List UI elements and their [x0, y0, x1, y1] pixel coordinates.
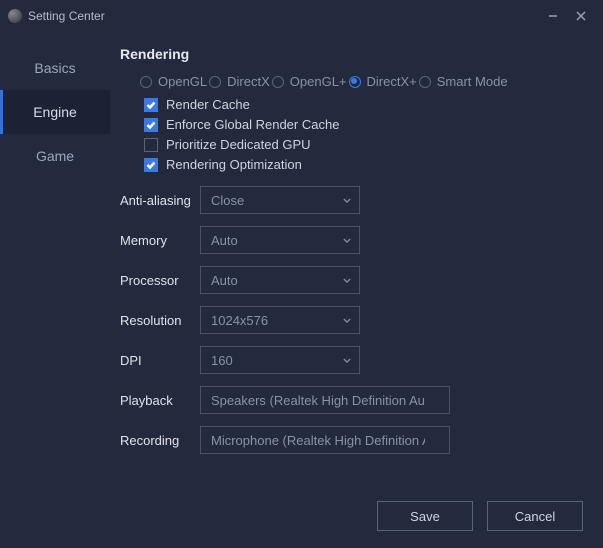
radio-opengl[interactable]: OpenGL: [140, 74, 207, 89]
sidebar-item-engine[interactable]: Engine: [0, 90, 110, 134]
label-dpi: DPI: [120, 353, 200, 368]
select-value: Auto: [211, 273, 238, 288]
rendering-mode-group: OpenGL DirectX OpenGL+ DirectX+ Smart Mo…: [140, 74, 589, 89]
section-title-rendering: Rendering: [120, 46, 589, 62]
radio-dot-icon: [272, 76, 284, 88]
label-processor: Processor: [120, 273, 200, 288]
select-value: Close: [211, 193, 244, 208]
checkbox-icon: [144, 98, 158, 112]
sidebar-item-label: Basics: [34, 60, 75, 76]
row-resolution: Resolution 1024x576: [120, 306, 589, 334]
row-playback: Playback Speakers (Realtek High Definiti…: [120, 386, 589, 414]
check-enforce-global-cache[interactable]: Enforce Global Render Cache: [144, 117, 589, 132]
chevron-down-icon: [343, 233, 351, 248]
radio-label: OpenGL: [158, 74, 207, 89]
label-recording: Recording: [120, 433, 200, 448]
radio-openglplus[interactable]: OpenGL+: [272, 74, 347, 89]
titlebar: Setting Center: [0, 0, 603, 32]
footer: Save Cancel: [0, 484, 603, 548]
radio-dot-icon: [209, 76, 221, 88]
window-title: Setting Center: [28, 9, 539, 23]
radio-dot-icon: [419, 76, 431, 88]
sidebar: Basics Engine Game: [0, 32, 110, 484]
label-memory: Memory: [120, 233, 200, 248]
check-prioritize-gpu[interactable]: Prioritize Dedicated GPU: [144, 137, 589, 152]
chevron-down-icon: [343, 273, 351, 288]
label-playback: Playback: [120, 393, 200, 408]
radio-dot-icon: [140, 76, 152, 88]
content-panel: Rendering OpenGL DirectX OpenGL+ DirectX…: [110, 32, 603, 484]
radio-label: DirectX: [227, 74, 270, 89]
radio-smartmode[interactable]: Smart Mode: [419, 74, 508, 89]
check-render-cache[interactable]: Render Cache: [144, 97, 589, 112]
cancel-button[interactable]: Cancel: [487, 501, 583, 531]
radio-dot-icon: [349, 76, 361, 88]
radio-directx[interactable]: DirectX: [209, 74, 270, 89]
radio-label: OpenGL+: [290, 74, 347, 89]
save-button[interactable]: Save: [377, 501, 473, 531]
app-icon: [8, 9, 22, 23]
minimize-button[interactable]: [539, 2, 567, 30]
chevron-down-icon: [343, 313, 351, 328]
select-value: 1024x576: [211, 313, 268, 328]
select-value: Auto: [211, 233, 238, 248]
radio-directxplus[interactable]: DirectX+: [349, 74, 417, 89]
radio-label: Smart Mode: [437, 74, 508, 89]
select-dpi[interactable]: 160: [200, 346, 360, 374]
select-recording[interactable]: Microphone (Realtek High Definition Audi…: [200, 426, 450, 454]
label-antialias: Anti-aliasing: [120, 193, 200, 208]
sidebar-item-label: Engine: [33, 104, 77, 120]
checkbox-icon: [144, 158, 158, 172]
chevron-down-icon: [343, 353, 351, 368]
select-memory[interactable]: Auto: [200, 226, 360, 254]
select-playback[interactable]: Speakers (Realtek High Definition Audio): [200, 386, 450, 414]
check-label: Rendering Optimization: [166, 157, 302, 172]
row-processor: Processor Auto: [120, 266, 589, 294]
rendering-checks: Render Cache Enforce Global Render Cache…: [144, 97, 589, 172]
checkbox-icon: [144, 138, 158, 152]
row-antialias: Anti-aliasing Close: [120, 186, 589, 214]
select-resolution[interactable]: 1024x576: [200, 306, 360, 334]
settings-window: Setting Center Basics Engine Game Render…: [0, 0, 603, 548]
select-processor[interactable]: Auto: [200, 266, 360, 294]
select-value: Speakers (Realtek High Definition Audio): [211, 393, 425, 408]
sidebar-item-label: Game: [36, 148, 74, 164]
label-resolution: Resolution: [120, 313, 200, 328]
check-label: Enforce Global Render Cache: [166, 117, 339, 132]
row-memory: Memory Auto: [120, 226, 589, 254]
check-rendering-optimization[interactable]: Rendering Optimization: [144, 157, 589, 172]
chevron-down-icon: [343, 193, 351, 208]
row-dpi: DPI 160: [120, 346, 589, 374]
select-value: Microphone (Realtek High Definition Audi…: [211, 433, 425, 448]
close-button[interactable]: [567, 2, 595, 30]
row-recording: Recording Microphone (Realtek High Defin…: [120, 426, 589, 454]
check-label: Prioritize Dedicated GPU: [166, 137, 311, 152]
checkbox-icon: [144, 118, 158, 132]
select-antialias[interactable]: Close: [200, 186, 360, 214]
radio-label: DirectX+: [367, 74, 417, 89]
check-label: Render Cache: [166, 97, 250, 112]
button-label: Cancel: [515, 509, 555, 524]
sidebar-item-basics[interactable]: Basics: [0, 46, 110, 90]
button-label: Save: [410, 509, 440, 524]
body: Basics Engine Game Rendering OpenGL Dire…: [0, 32, 603, 484]
select-value: 160: [211, 353, 233, 368]
sidebar-item-game[interactable]: Game: [0, 134, 110, 178]
